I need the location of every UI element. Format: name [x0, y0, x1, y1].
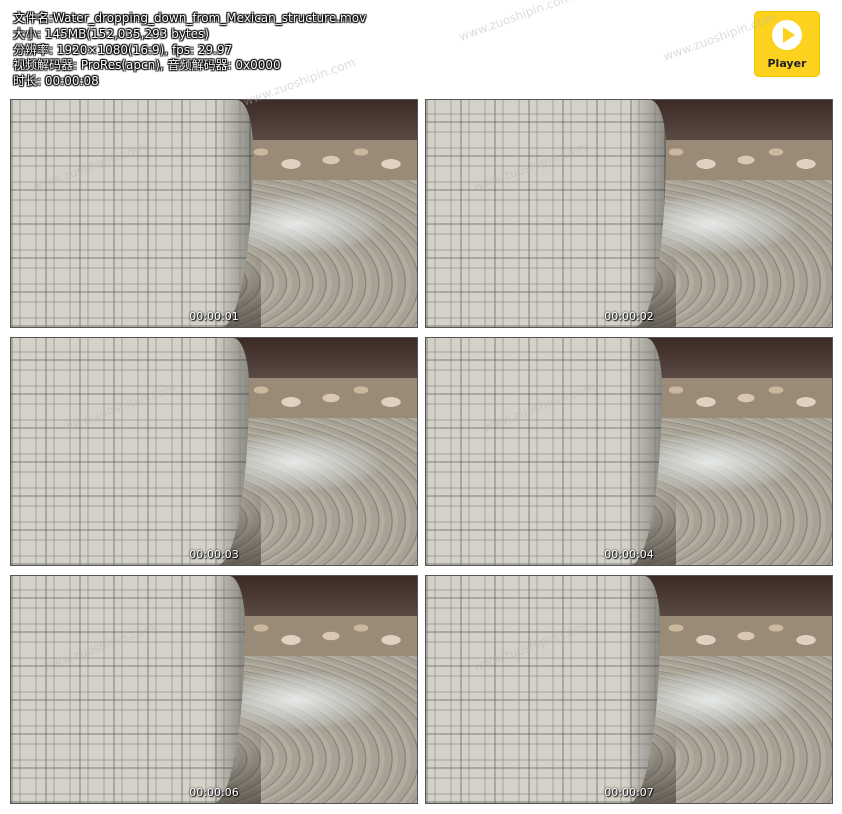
frame-timestamp: 00:00:04 [604, 548, 654, 561]
filename-label: 文件名: [13, 11, 54, 25]
thumbnail-frame-1[interactable]: 00:00:01 [10, 99, 418, 328]
size-line: 大小: 145MB(152,035,293 bytes) [13, 27, 366, 43]
thumbnail-frame-2[interactable]: 00:00:02 [425, 99, 833, 328]
filename-line: 文件名:Water_dropping_down_from_Mexican_str… [13, 11, 366, 27]
duration-value: 00:00:08 [44, 74, 99, 89]
resolution-label: 分辨率: [13, 42, 54, 57]
play-icon [772, 20, 802, 50]
thumbnail-frame-6[interactable]: 00:00:07 [425, 575, 833, 804]
thumbnail-frame-3[interactable]: 00:00:03 [10, 337, 418, 566]
frame-timestamp: 00:00:07 [604, 786, 654, 799]
frame-timestamp: 00:00:06 [189, 786, 239, 799]
player-logo-label: Player [767, 57, 807, 70]
filename-value: Water_dropping_down_from_Mexican_structu… [53, 11, 367, 25]
frame-timestamp: 00:00:01 [189, 310, 239, 323]
frame-timestamp: 00:00:03 [189, 548, 239, 561]
watermark: www.zuoshipin.com [457, 0, 574, 44]
size-value: 145MB(152,035,293 bytes) [44, 26, 209, 41]
thumbnail-frame-5[interactable]: 00:00:06 [10, 575, 418, 804]
size-label: 大小: [13, 26, 42, 41]
codec-label: 视频解码器: [13, 58, 78, 73]
frame-timestamp: 00:00:02 [604, 310, 654, 323]
resolution-value: 1920×1080(16:9), fps: 29.97 [56, 42, 233, 57]
player-logo[interactable]: Player [754, 11, 820, 77]
duration-label: 时长: [13, 74, 42, 89]
codec-value: ProRes(apcn), 音频解码器: 0x0000 [80, 58, 281, 73]
resolution-line: 分辨率: 1920×1080(16:9), fps: 29.97 [13, 43, 366, 59]
file-info-panel: 文件名:Water_dropping_down_from_Mexican_str… [13, 11, 366, 90]
thumbnail-frame-4[interactable]: 00:00:04 [425, 337, 833, 566]
codec-line: 视频解码器: ProRes(apcn), 音频解码器: 0x0000 [13, 58, 366, 74]
duration-line: 时长: 00:00:08 [13, 74, 366, 90]
